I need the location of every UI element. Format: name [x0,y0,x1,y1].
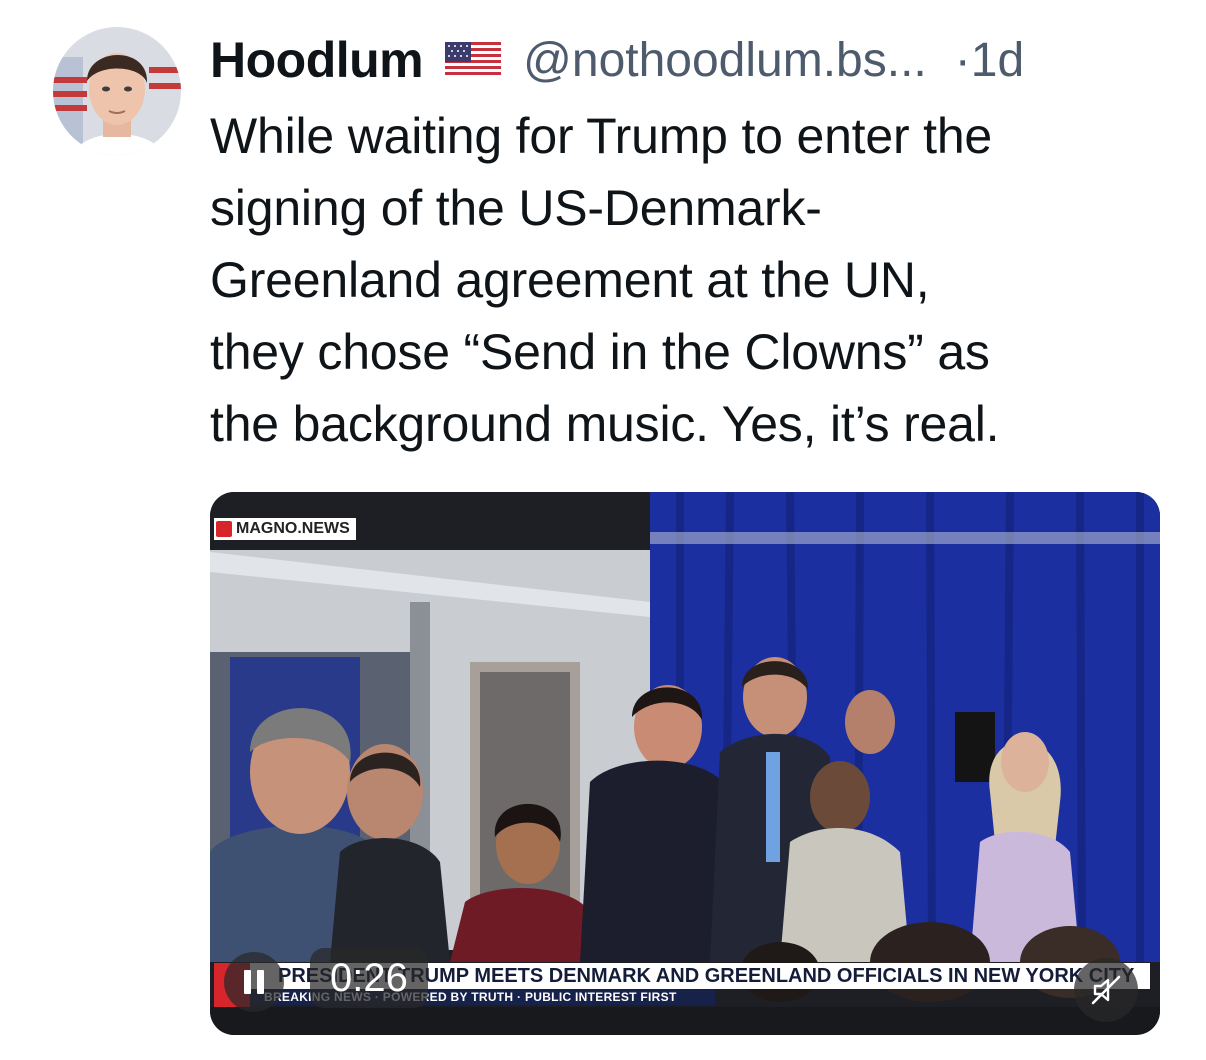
mute-toggle-button[interactable] [1074,958,1138,1022]
pause-icon [241,970,267,994]
author-avatar[interactable] [53,27,181,155]
magno-logo-icon [216,521,232,537]
avatar-image [53,27,181,155]
post-text: While waiting for Trump to enter the sig… [210,100,1170,460]
author-handle[interactable]: @nothoodlum.bs... [523,33,927,88]
watermark-text: MAGNO.NEWS [236,520,350,537]
us-flag-icon [445,42,502,78]
muted-speaker-icon [1091,975,1121,1005]
pause-button[interactable] [224,952,284,1012]
video-timecode: 0:26 [310,948,428,1008]
video-player[interactable]: MAGNO.NEWS PRESIDENT TRUMP MEETS DENMARK… [210,492,1160,1035]
post-header: Hoodlum @nothoodlum.bs... · 1d [210,28,1024,92]
post-text-line: signing of the US-Denmark- [210,180,822,236]
author-name[interactable]: Hoodlum [210,31,424,89]
post-text-line: the background music. Yes, it’s real. [210,396,1000,452]
post-text-line: Greenland agreement at the UN, [210,252,930,308]
post-text-line: While waiting for Trump to enter the [210,108,993,164]
post-timestamp[interactable]: 1d [971,33,1024,88]
separator-dot: · [954,33,971,87]
post-text-line: they chose “Send in the Clowns” as [210,324,990,380]
magno-news-watermark: MAGNO.NEWS [214,518,356,540]
